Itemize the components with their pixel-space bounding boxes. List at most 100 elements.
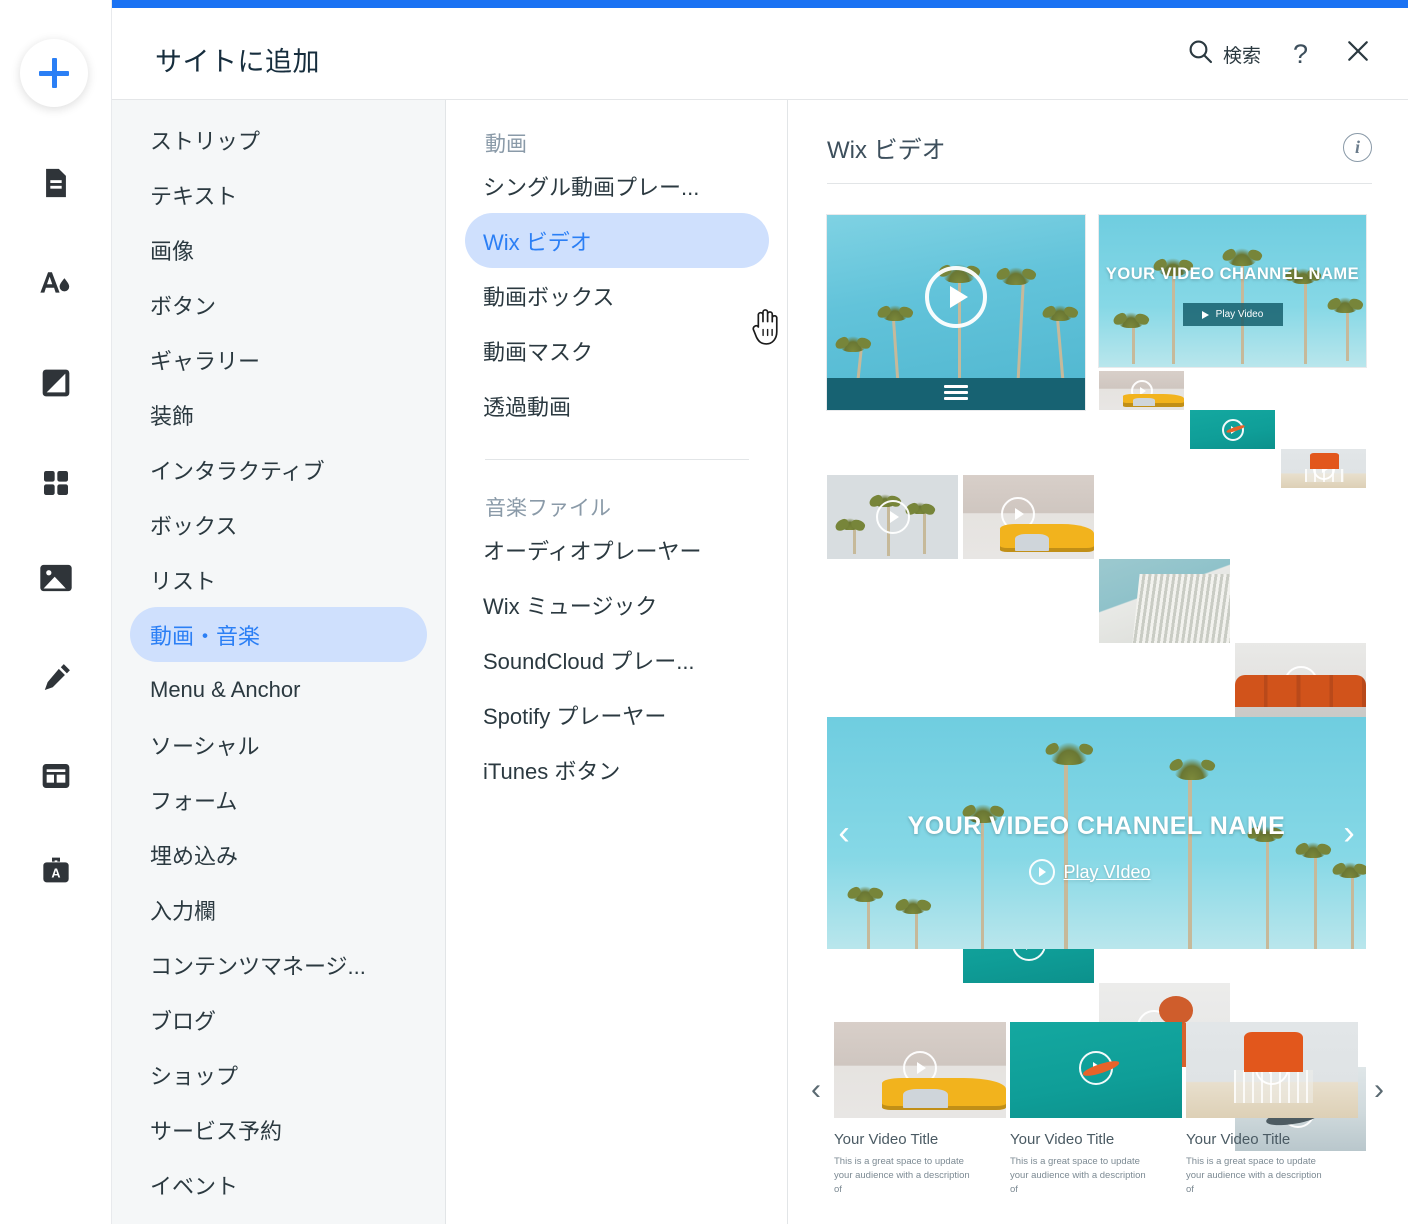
category-item[interactable]: インタラクティブ: [130, 442, 427, 497]
preview-title: Wix ビデオ: [827, 130, 946, 165]
subcategory-list: 動画シングル動画プレー...Wix ビデオ動画ボックス動画マスク透過動画音楽ファ…: [447, 100, 788, 1224]
hero-next-arrow[interactable]: ›: [1336, 815, 1362, 851]
category-item[interactable]: ストリップ: [130, 112, 427, 167]
subcategory-item[interactable]: オーディオプレーヤー: [465, 522, 769, 577]
cards-next-arrow[interactable]: ›: [1368, 1072, 1390, 1108]
video-card-description: This is a great space to update your aud…: [834, 1155, 974, 1196]
category-item[interactable]: 動画・音楽: [130, 607, 427, 662]
rail-item-apps[interactable]: [0, 457, 112, 509]
channel-strip-thumb[interactable]: [1099, 371, 1184, 410]
cards-prev-arrow[interactable]: ‹: [805, 1072, 827, 1108]
grid-cell[interactable]: [1099, 559, 1230, 643]
play-icon[interactable]: [1079, 1051, 1113, 1085]
rail-item-background[interactable]: [0, 357, 112, 409]
play-icon[interactable]: [1131, 380, 1153, 402]
grid-cell[interactable]: [963, 475, 1094, 559]
play-icon[interactable]: [925, 266, 987, 328]
preview-thumb-channel[interactable]: YOUR VIDEO CHANNEL NAME Play Video: [1099, 215, 1366, 410]
play-icon[interactable]: [1255, 1051, 1289, 1085]
grid-cell[interactable]: [1235, 643, 1366, 727]
video-card-thumbnail[interactable]: [1186, 1022, 1358, 1118]
video-card[interactable]: Your Video Title This is a great space to…: [1010, 1022, 1182, 1196]
category-list: ストリップテキスト画像ボタンギャラリー装飾インタラクティブボックスリスト動画・音…: [112, 100, 446, 1224]
category-item[interactable]: テキスト: [130, 167, 427, 222]
subcategory-item[interactable]: シングル動画プレー...: [465, 158, 769, 213]
preview-thumb-grid[interactable]: [827, 475, 1366, 647]
category-item[interactable]: 装飾: [130, 387, 427, 442]
play-video-label: Play Video: [1216, 309, 1264, 320]
subcategory-item[interactable]: Wix ビデオ: [465, 213, 769, 268]
business-tools-icon: A: [40, 855, 72, 887]
category-item[interactable]: ブログ: [130, 992, 427, 1047]
play-icon[interactable]: [1148, 584, 1182, 618]
video-card-description: This is a great space to update your aud…: [1010, 1155, 1150, 1196]
play-icon[interactable]: [1001, 497, 1035, 531]
video-card-thumbnail[interactable]: [1010, 1022, 1182, 1118]
category-item[interactable]: 画像: [130, 222, 427, 277]
theme-icon: [38, 266, 74, 300]
category-item[interactable]: フォーム: [130, 772, 427, 827]
video-card[interactable]: Your Video TitleThis is a great space to…: [1186, 1022, 1358, 1196]
subcategory-item[interactable]: 透過動画: [465, 378, 769, 433]
left-tool-rail: A: [0, 0, 112, 1224]
play-icon[interactable]: [1222, 419, 1244, 441]
preview-thumb-card-slider[interactable]: ‹ › Your Video TitleThis is a great spac…: [799, 1010, 1396, 1215]
rail-item-media[interactable]: [0, 552, 112, 604]
add-apps-icon: [40, 467, 72, 499]
category-item[interactable]: サービス予約: [130, 1102, 427, 1157]
video-card-title: Your Video Title: [1186, 1131, 1358, 1148]
rail-item-business-tools[interactable]: A: [0, 845, 112, 897]
category-item[interactable]: イベント: [130, 1157, 427, 1212]
subcategory-item[interactable]: SoundCloud プレー...: [465, 632, 769, 687]
help-button[interactable]: ?: [1275, 35, 1326, 74]
video-card-thumbnail[interactable]: [834, 1022, 1006, 1118]
subcategory-item[interactable]: iTunes ボタン: [465, 742, 769, 797]
play-icon[interactable]: [903, 1051, 937, 1085]
add-element-plus-button[interactable]: [20, 39, 88, 107]
subcategory-item[interactable]: Spotify プレーヤー: [465, 687, 769, 742]
play-icon: [1029, 859, 1055, 885]
category-item[interactable]: 入力欄: [130, 882, 427, 937]
group-divider: [485, 459, 749, 460]
background-icon: [40, 367, 72, 399]
play-icon[interactable]: [1284, 666, 1318, 700]
category-item[interactable]: ギャラリー: [130, 332, 427, 387]
subcategory-item[interactable]: Wix ミュージック: [465, 577, 769, 632]
category-item[interactable]: コンテンツマネージ...: [130, 937, 427, 992]
hero-play-video-label: Play VIdeo: [1064, 862, 1151, 883]
category-item[interactable]: 埋め込み: [130, 827, 427, 882]
video-card-title: Your Video Title: [834, 1131, 1006, 1148]
channel-strip-thumb[interactable]: [1190, 410, 1275, 449]
rail-item-theme[interactable]: [0, 257, 112, 309]
subcategory-item[interactable]: 動画マスク: [465, 323, 769, 378]
play-video-button[interactable]: Play Video: [1183, 303, 1283, 326]
hero-channel-name: YOUR VIDEO CHANNEL NAME: [827, 812, 1366, 841]
close-button[interactable]: [1326, 33, 1386, 75]
hero-prev-arrow[interactable]: ‹: [831, 815, 857, 851]
category-item[interactable]: ソーシャル: [130, 717, 427, 772]
category-items: ストリップテキスト画像ボタンギャラリー装飾インタラクティブボックスリスト動画・音…: [112, 100, 445, 1212]
play-icon[interactable]: [876, 500, 910, 534]
category-item[interactable]: ボタン: [130, 277, 427, 332]
subcategory-item[interactable]: 動画ボックス: [465, 268, 769, 323]
preview-thumb-single-player[interactable]: [827, 215, 1085, 410]
hamburger-icon[interactable]: [944, 385, 968, 400]
category-item[interactable]: リスト: [130, 552, 427, 607]
rail-item-layout[interactable]: [0, 750, 112, 802]
hero-play-video-link[interactable]: Play VIdeo: [1029, 859, 1151, 885]
grid-cell[interactable]: [827, 475, 958, 559]
category-item[interactable]: Menu & Anchor: [130, 662, 427, 717]
preview-thumb-hero-slider[interactable]: YOUR VIDEO CHANNEL NAME Play VIdeo ‹ ›: [827, 717, 1366, 949]
blog-pen-icon: [39, 661, 73, 695]
category-item[interactable]: ショップ: [130, 1047, 427, 1102]
category-item[interactable]: ボックス: [130, 497, 427, 552]
panel-header: サイトに追加 検索 ?: [112, 8, 1408, 100]
info-icon[interactable]: i: [1343, 133, 1372, 162]
search-button[interactable]: 検索: [1173, 30, 1275, 79]
video-card[interactable]: Your Video Title This is a great space to…: [834, 1022, 1006, 1196]
rail-item-pages[interactable]: [0, 157, 112, 209]
play-triangle-icon: [1202, 311, 1209, 319]
search-label: 検索: [1223, 41, 1261, 68]
video-card-title: Your Video Title: [1010, 1131, 1182, 1148]
rail-item-blog[interactable]: [0, 652, 112, 704]
